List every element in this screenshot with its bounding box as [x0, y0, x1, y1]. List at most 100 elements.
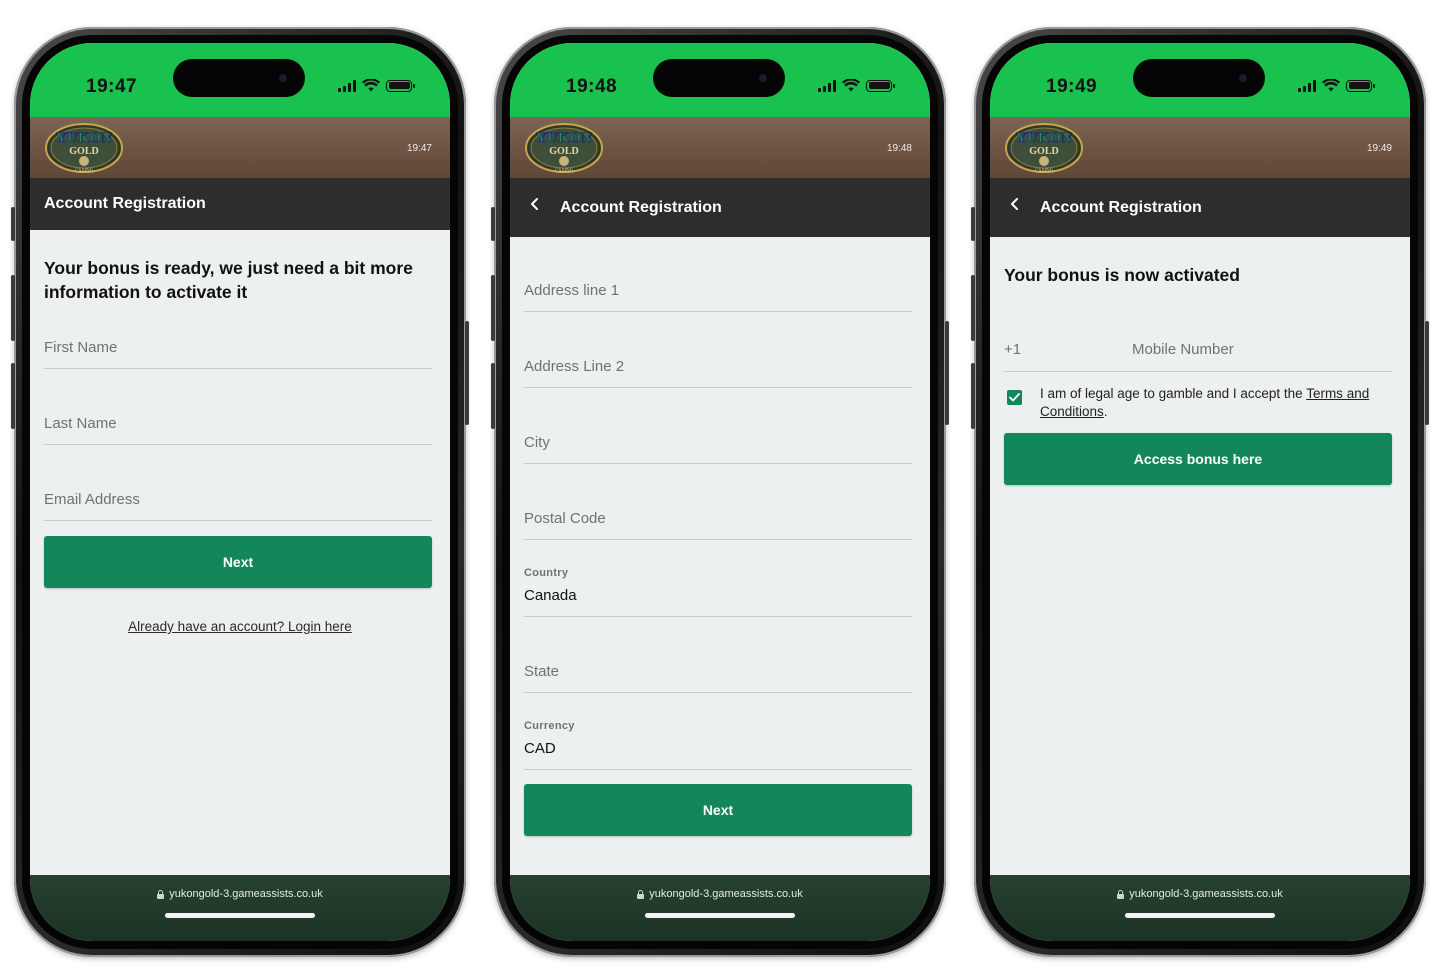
wifi-icon: [1322, 79, 1340, 92]
battery-icon: [1346, 79, 1375, 92]
currency-value: CAD: [524, 740, 556, 757]
battery-icon: [866, 79, 895, 92]
wifi-icon: [842, 79, 860, 92]
address-line-1-placeholder: Address line 1: [524, 282, 620, 299]
lock-icon: [637, 890, 645, 899]
consent-text: I am of legal age to gamble and I accept…: [1040, 386, 1370, 419]
next-button[interactable]: Next: [44, 536, 432, 588]
status-bar: 19:48: [510, 43, 930, 117]
status-icons: [338, 79, 415, 92]
svg-text:YUKON: YUKON: [1016, 130, 1072, 146]
email-placeholder: Email Address: [44, 491, 140, 508]
camera-icon: [1239, 74, 1247, 82]
mobile-number-row[interactable]: +1 Mobile Number: [1004, 328, 1392, 372]
yukon-gold-logo[interactable]: YUKON GOLD CASINO: [44, 121, 124, 175]
svg-text:GOLD: GOLD: [1029, 146, 1058, 157]
status-bar: 19:47: [30, 43, 450, 117]
browser-bottom-bar: yukongold-3.gameassists.co.uk: [510, 875, 930, 941]
page-title: Account Registration: [44, 195, 206, 212]
camera-icon: [759, 74, 767, 82]
volume-down-button: [491, 363, 495, 429]
screen-bonus-activated: 19:49 YUKON GOLD CASINO 19:49 Account Re…: [990, 43, 1410, 941]
consent-checkbox[interactable]: [1007, 390, 1022, 405]
battery-icon: [386, 79, 415, 92]
email-field[interactable]: Email Address: [44, 479, 432, 521]
url-bar[interactable]: yukongold-3.gameassists.co.uk: [30, 888, 450, 900]
screen-registration-step-1: 19:47 YUKON GOLD CASINO 19:47 Account Re…: [30, 43, 450, 941]
access-bonus-button[interactable]: Access bonus here: [1004, 433, 1392, 485]
lock-icon: [1117, 890, 1125, 899]
status-icons: [818, 79, 895, 92]
back-chevron-icon[interactable]: [1008, 197, 1022, 211]
bonus-activated-heading: Your bonus is now activated: [1004, 265, 1240, 285]
power-button: [945, 321, 949, 425]
url-text: yukongold-3.gameassists.co.uk: [649, 888, 803, 900]
dynamic-island: [1133, 59, 1265, 97]
first-name-placeholder: First Name: [44, 339, 118, 356]
state-placeholder: State: [524, 663, 560, 680]
browser-bottom-bar: yukongold-3.gameassists.co.uk: [990, 875, 1410, 941]
currency-label: Currency: [524, 720, 575, 732]
address-line-1-field[interactable]: Address line 1: [524, 270, 912, 312]
page-title: Account Registration: [560, 199, 722, 216]
back-chevron-icon[interactable]: [528, 197, 542, 211]
phone-frame-2: 19:48 YUKON GOLD CASINO 19:48 Account Re…: [491, 27, 949, 957]
last-name-field[interactable]: Last Name: [44, 403, 432, 445]
currency-select[interactable]: Currency CAD: [524, 720, 912, 770]
app-bar: Account Registration: [990, 178, 1410, 237]
volume-up-button: [11, 275, 15, 341]
svg-text:YUKON: YUKON: [56, 130, 112, 146]
svg-text:CASINO: CASINO: [75, 169, 94, 174]
country-value: Canada: [524, 587, 577, 604]
address-line-2-field[interactable]: Address Line 2: [524, 346, 912, 388]
app-bar: Account Registration: [510, 178, 930, 237]
banner-time: 19:48: [886, 143, 912, 154]
postal-code-field[interactable]: Postal Code: [524, 498, 912, 540]
dynamic-island: [173, 59, 305, 97]
last-name-placeholder: Last Name: [44, 415, 117, 432]
svg-text:GOLD: GOLD: [549, 146, 578, 157]
postal-code-placeholder: Postal Code: [524, 510, 606, 527]
address-line-2-placeholder: Address Line 2: [524, 358, 625, 375]
browser-bottom-bar: yukongold-3.gameassists.co.uk: [30, 875, 450, 941]
svg-text:CASINO: CASINO: [555, 169, 574, 174]
comparison-stage: 19:47 YUKON GOLD CASINO 19:47 Account Re…: [0, 0, 1440, 980]
yukon-gold-logo[interactable]: YUKON GOLD CASINO: [524, 121, 604, 175]
screen-registration-step-2: 19:48 YUKON GOLD CASINO 19:48 Account Re…: [510, 43, 930, 941]
volume-down-button: [971, 363, 975, 429]
home-indicator[interactable]: [165, 913, 315, 918]
signal-icon: [1298, 79, 1316, 92]
status-time: 19:49: [1046, 76, 1098, 97]
banner-time: 19:49: [1366, 143, 1392, 154]
first-name-field[interactable]: First Name: [44, 327, 432, 369]
lock-icon: [157, 890, 165, 899]
home-indicator[interactable]: [645, 913, 795, 918]
brand-banner: YUKON GOLD CASINO 19:48: [510, 117, 930, 178]
status-bar: 19:49: [990, 43, 1410, 117]
brand-banner: YUKON GOLD CASINO 19:49: [990, 117, 1410, 178]
country-label: Country: [524, 567, 569, 579]
url-bar[interactable]: yukongold-3.gameassists.co.uk: [510, 888, 930, 900]
signal-icon: [338, 79, 356, 92]
signal-icon: [818, 79, 836, 92]
home-indicator[interactable]: [1125, 913, 1275, 918]
status-time: 19:48: [566, 76, 618, 97]
url-bar[interactable]: yukongold-3.gameassists.co.uk: [990, 888, 1410, 900]
state-field[interactable]: State: [524, 651, 912, 693]
city-field[interactable]: City: [524, 422, 912, 464]
volume-up-button: [971, 275, 975, 341]
wifi-icon: [362, 79, 380, 92]
country-select[interactable]: Country Canada: [524, 567, 912, 617]
phone-frame-1: 19:47 YUKON GOLD CASINO 19:47 Account Re…: [11, 27, 469, 957]
country-code[interactable]: +1: [1004, 341, 1021, 358]
login-link[interactable]: Already have an account? Login here: [30, 619, 450, 634]
mobile-number-placeholder: Mobile Number: [1132, 341, 1234, 358]
action-button: [971, 207, 975, 241]
checkmark-icon: [1009, 393, 1020, 402]
status-time: 19:47: [86, 76, 138, 97]
next-button[interactable]: Next: [524, 784, 912, 836]
svg-text:CASINO: CASINO: [1035, 169, 1054, 174]
bonus-heading: Your bonus is ready, we just need a bit …: [44, 258, 413, 302]
action-button: [11, 207, 15, 241]
yukon-gold-logo[interactable]: YUKON GOLD CASINO: [1004, 121, 1084, 175]
